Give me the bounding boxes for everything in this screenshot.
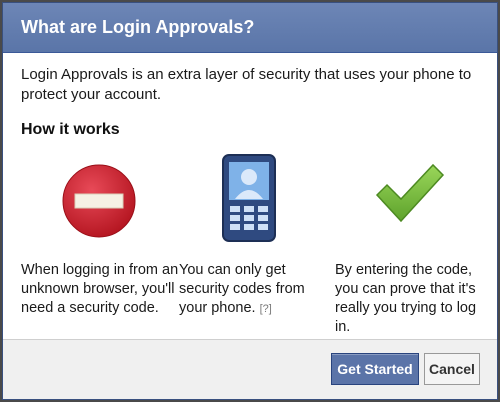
- get-started-button[interactable]: Get Started: [331, 353, 419, 385]
- dialog-footer: Get Started Cancel: [3, 339, 497, 399]
- step-3-text: By entering the code, you can prove that…: [335, 262, 477, 335]
- step-1-text: When logging in from an unknown browser,…: [21, 262, 179, 316]
- help-link[interactable]: [?]: [260, 303, 272, 315]
- intro-text: Login Approvals is an extra layer of sec…: [21, 66, 472, 103]
- step-3: By entering the code, you can prove that…: [335, 261, 485, 337]
- cancel-button[interactable]: Cancel: [424, 353, 480, 385]
- dialog-titlebar: What are Login Approvals?: [3, 3, 497, 53]
- step-2-text: You can only get security codes from you…: [179, 262, 305, 316]
- no-entry-icon: [61, 163, 137, 244]
- step-1: When logging in from an unknown browser,…: [21, 261, 179, 337]
- phone-icon: [221, 153, 277, 248]
- section-heading: How it works: [21, 121, 120, 138]
- login-approvals-dialog: What are Login Approvals? Login Approval…: [2, 2, 498, 400]
- checkmark-icon: [373, 161, 447, 232]
- dialog-title: What are Login Approvals?: [21, 17, 255, 37]
- steps-text: When logging in from an unknown browser,…: [21, 261, 491, 337]
- steps-icons: [3, 153, 497, 253]
- step-2: You can only get security codes from you…: [179, 261, 335, 337]
